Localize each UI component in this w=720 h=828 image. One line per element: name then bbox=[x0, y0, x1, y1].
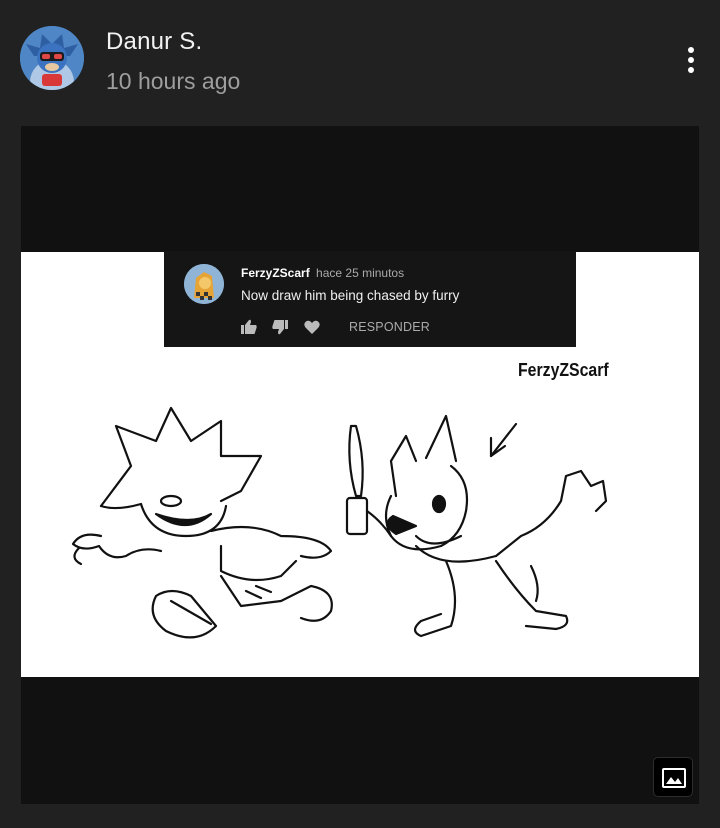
post-timestamp: 10 hours ago bbox=[106, 68, 241, 94]
comment-header: FerzyZScarf hace 25 minutos bbox=[241, 266, 404, 280]
comment-username: FerzyZScarf bbox=[241, 266, 310, 280]
comment-avatar bbox=[184, 264, 224, 304]
comment-time: hace 25 minutos bbox=[316, 266, 405, 280]
wolf-left-ear bbox=[389, 434, 418, 498]
image-gallery-button[interactable] bbox=[653, 757, 693, 797]
knife-blade bbox=[348, 424, 364, 498]
artist-signature: FerzyZScarf bbox=[518, 360, 609, 380]
reply-label: RESPONDER bbox=[349, 320, 430, 334]
image-gallery-icon bbox=[662, 768, 686, 788]
author-avatar[interactable] bbox=[20, 26, 84, 90]
post-image[interactable]: FerzyZScarf hace 25 minutos Now draw him… bbox=[21, 126, 699, 804]
commenter-avatar-icon bbox=[184, 264, 224, 304]
wolf-front-leg bbox=[494, 559, 569, 631]
sketch-drawing bbox=[71, 406, 608, 639]
wolf-right-ear bbox=[424, 414, 458, 463]
sonic-character-avatar-icon bbox=[20, 26, 84, 90]
author-name[interactable]: Danur S. bbox=[106, 28, 202, 56]
thumbs-up-icon bbox=[241, 319, 257, 334]
wolf-raised-arm bbox=[414, 469, 608, 563]
comment-text: Now draw him being chased by furry bbox=[241, 288, 460, 303]
more-options-button[interactable] bbox=[676, 40, 706, 80]
heart-icon bbox=[304, 320, 320, 334]
embedded-comment: FerzyZScarf hace 25 minutos Now draw him… bbox=[164, 251, 576, 347]
spiky-head bbox=[99, 406, 263, 508]
left-hand bbox=[71, 533, 163, 559]
thumbs-down-icon bbox=[272, 320, 288, 335]
signature-arrow bbox=[489, 422, 518, 458]
knife-handle bbox=[345, 496, 369, 536]
post-header: Danur S. 10 hours ago bbox=[0, 0, 720, 120]
wolf-back-leg bbox=[413, 559, 457, 638]
left-shoe bbox=[151, 589, 218, 639]
